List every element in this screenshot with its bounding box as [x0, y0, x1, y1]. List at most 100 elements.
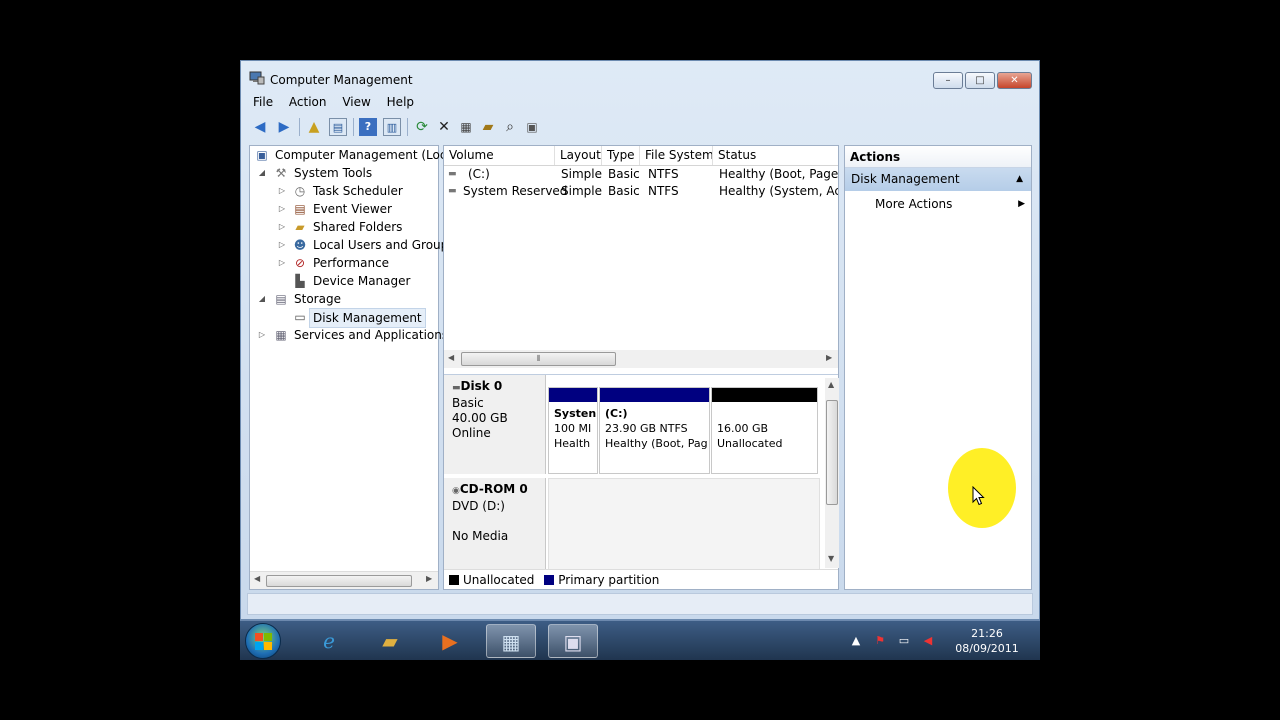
expand-arrow-icon[interactable]: ▷	[277, 236, 287, 254]
open-icon[interactable]: ▰	[479, 118, 497, 136]
volume-muted-icon[interactable]: ◀	[920, 633, 936, 649]
scroll-right-icon[interactable]: ▶	[426, 574, 432, 583]
minimize-button[interactable]: –	[933, 72, 963, 89]
partition-size: 16.00 GB	[717, 422, 769, 435]
actions-section-disk-management[interactable]: Disk Management ▲	[845, 168, 1031, 191]
disk-view-vertical-scrollbar[interactable]: ▲ ▼	[825, 378, 839, 568]
device-manager-icon: ▙	[295, 274, 305, 288]
up-folder-icon[interactable]: ▲	[305, 118, 323, 136]
scroll-thumb[interactable]	[266, 575, 412, 587]
partition-bar	[549, 388, 597, 402]
section-label: Disk Management	[851, 172, 960, 186]
action-center-icon[interactable]: ⚑	[872, 633, 888, 649]
scroll-right-icon[interactable]: ▶	[826, 353, 832, 362]
partition-status: Unallocated	[717, 437, 783, 450]
properties-icon[interactable]: ▦	[457, 118, 475, 136]
tree-label: Services and Applications	[294, 328, 449, 342]
show-hidden-icons-icon[interactable]: ▲	[848, 633, 864, 649]
users-icon: ☻	[293, 238, 307, 252]
tree-horizontal-scrollbar[interactable]: ◀ ▶	[250, 571, 438, 589]
volume-row[interactable]: ▬ System Reserved Simple Basic NTFS Heal…	[444, 183, 838, 200]
disk0-label[interactable]: ▬Disk 0 Basic 40.00 GB Online	[444, 375, 546, 474]
menu-action[interactable]: Action	[283, 93, 333, 111]
show-hide-tree-icon[interactable]: ▤	[329, 118, 347, 136]
menu-view[interactable]: View	[336, 93, 376, 111]
partition-name: (C:)	[605, 407, 628, 420]
menu-help[interactable]: Help	[381, 93, 420, 111]
disk0-state: Online	[452, 426, 491, 440]
collapse-arrow-icon[interactable]: ◢	[257, 290, 267, 308]
legend-primary: Primary partition	[558, 573, 660, 587]
help-icon[interactable]: ?	[359, 118, 377, 136]
file-explorer-icon[interactable]: ▰	[365, 624, 415, 658]
partition-status: Health	[554, 437, 591, 450]
clock-icon: ◷	[294, 184, 306, 198]
scroll-left-icon[interactable]: ◀	[254, 574, 260, 583]
drive-icon: ▬	[448, 186, 457, 196]
disk-icon[interactable]: ▣	[523, 118, 541, 136]
volume-layout: Simple	[561, 167, 602, 181]
control-panel-taskbar-icon[interactable]: ▦	[486, 624, 536, 658]
delete-icon[interactable]: ✕	[435, 118, 453, 136]
partition-unallocated[interactable]: 16.00 GB Unallocated	[711, 387, 818, 474]
internet-explorer-icon[interactable]: ℯ	[304, 624, 354, 658]
disk0-name: Disk 0	[460, 379, 503, 393]
scroll-thumb[interactable]	[826, 400, 838, 505]
expand-arrow-icon[interactable]: ▷	[277, 182, 287, 200]
partition-c[interactable]: (C:) 23.90 GB NTFS Healthy (Boot, Pag	[599, 387, 710, 474]
services-icon: ▦	[275, 328, 287, 342]
column-header-status[interactable]: Status	[713, 146, 838, 165]
maximize-button[interactable]: □	[965, 72, 995, 89]
volume-status: Healthy (System, Activ	[719, 184, 838, 198]
volume-row[interactable]: ▬ (C:) Simple Basic NTFS Healthy (Boot, …	[444, 166, 838, 183]
tools-icon: ⚒	[275, 166, 287, 180]
more-actions-item[interactable]: More Actions ▶	[875, 196, 1025, 212]
tree-label: Shared Folders	[313, 220, 403, 234]
expand-arrow-icon[interactable]: ▷	[277, 254, 287, 272]
toolbar: ◀ ▶ ▲ ▤ ? ▥ ⟳ ✕ ▦ ▰ ⌕ ▣	[247, 115, 1033, 139]
computer-management-taskbar-icon[interactable]: ▣	[548, 624, 598, 658]
volume-list-horizontal-scrollbar[interactable]: ◀ ⦀ ▶	[444, 350, 838, 368]
expand-arrow-icon[interactable]: ▷	[277, 218, 287, 236]
close-button[interactable]: ✕	[997, 72, 1032, 89]
submenu-arrow-icon: ▶	[1018, 199, 1025, 209]
back-icon[interactable]: ◀	[251, 118, 269, 136]
column-header-volume[interactable]: Volume	[444, 146, 555, 165]
more-actions-label: More Actions	[875, 197, 953, 211]
menu-file[interactable]: File	[247, 93, 279, 111]
network-icon[interactable]: ▭	[896, 633, 912, 649]
volume-type: Basic	[608, 184, 640, 198]
media-player-icon[interactable]: ▶	[425, 624, 475, 658]
partition-system-reserved[interactable]: Systen 100 MI Health	[548, 387, 598, 474]
toolbar-separator	[353, 118, 354, 136]
column-header-file-system[interactable]: File System	[640, 146, 713, 165]
expand-arrow-icon[interactable]: ▷	[277, 200, 287, 218]
toolbar-separator	[299, 118, 300, 136]
primary-partition-swatch	[544, 575, 555, 585]
volume-status: Healthy (Boot, Page Fi	[719, 167, 838, 181]
collapse-arrow-icon[interactable]: ▲	[1016, 168, 1023, 191]
actions-pane: Actions Disk Management ▲ More Actions ▶	[844, 145, 1032, 590]
scroll-down-icon[interactable]: ▼	[828, 554, 834, 563]
column-header-type[interactable]: Type	[602, 146, 640, 165]
console-tree: ▣ Computer Management (Local ◢ ⚒ System …	[249, 145, 457, 590]
start-button[interactable]	[245, 623, 281, 659]
properties-pane-icon[interactable]: ▥	[383, 118, 401, 136]
clock[interactable]: 21:26 08/09/2011	[952, 626, 1022, 656]
cdrom-label[interactable]: ◉CD-ROM 0 DVD (D:) No Media	[444, 478, 546, 570]
scroll-up-icon[interactable]: ▲	[828, 380, 834, 389]
refresh-icon[interactable]: ⟳	[413, 118, 431, 136]
scroll-thumb[interactable]: ⦀	[461, 352, 616, 366]
volume-list-header: Volume Layout Type File System Status	[444, 146, 838, 166]
expand-arrow-icon[interactable]: ▷	[257, 326, 267, 344]
title-bar[interactable]: Computer Management – □ ✕	[241, 61, 1039, 91]
scroll-left-icon[interactable]: ◀	[448, 353, 454, 362]
column-header-layout[interactable]: Layout	[555, 146, 602, 165]
computer-icon: ▣	[256, 148, 268, 162]
cdrom-name: CD-ROM 0	[459, 482, 528, 496]
forward-icon[interactable]: ▶	[275, 118, 293, 136]
partition-name: Systen	[554, 407, 597, 420]
toolbar-separator	[407, 118, 408, 136]
search-icon[interactable]: ⌕	[501, 118, 519, 136]
collapse-arrow-icon[interactable]: ◢	[257, 164, 267, 182]
